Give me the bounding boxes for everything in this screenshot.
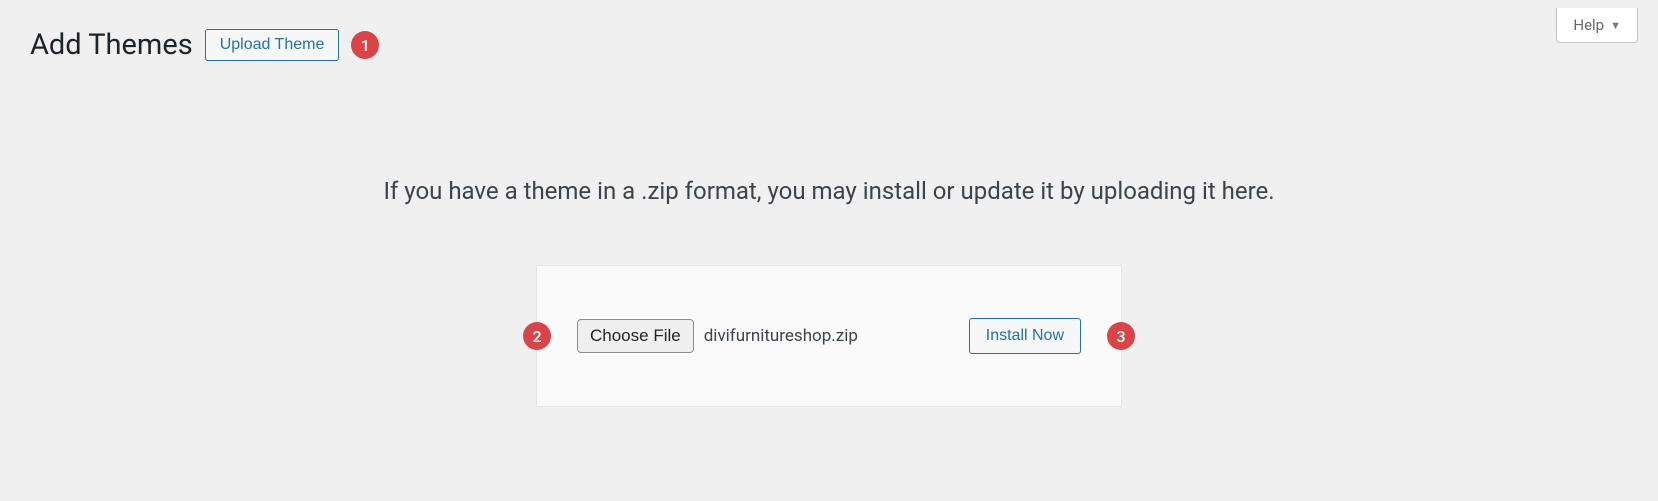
annotation-marker-1: 1 xyxy=(351,31,379,59)
upload-form: 2 Choose File divifurnitureshop.zip Inst… xyxy=(536,265,1122,407)
upload-theme-button[interactable]: Upload Theme xyxy=(205,29,340,61)
page-header: Add Themes Upload Theme 1 xyxy=(0,0,1658,62)
annotation-marker-3: 3 xyxy=(1107,322,1135,350)
selected-file-name: divifurnitureshop.zip xyxy=(704,326,858,346)
help-tab-label: Help xyxy=(1573,16,1604,34)
page-title: Add Themes xyxy=(30,28,193,62)
annotation-marker-2: 2 xyxy=(523,322,551,350)
file-input-group: Choose File divifurnitureshop.zip xyxy=(577,319,858,353)
instruction-text: If you have a theme in a .zip format, yo… xyxy=(0,177,1658,205)
choose-file-button[interactable]: Choose File xyxy=(577,319,694,353)
install-now-button[interactable]: Install Now xyxy=(969,318,1081,354)
help-tab[interactable]: Help xyxy=(1556,8,1638,43)
